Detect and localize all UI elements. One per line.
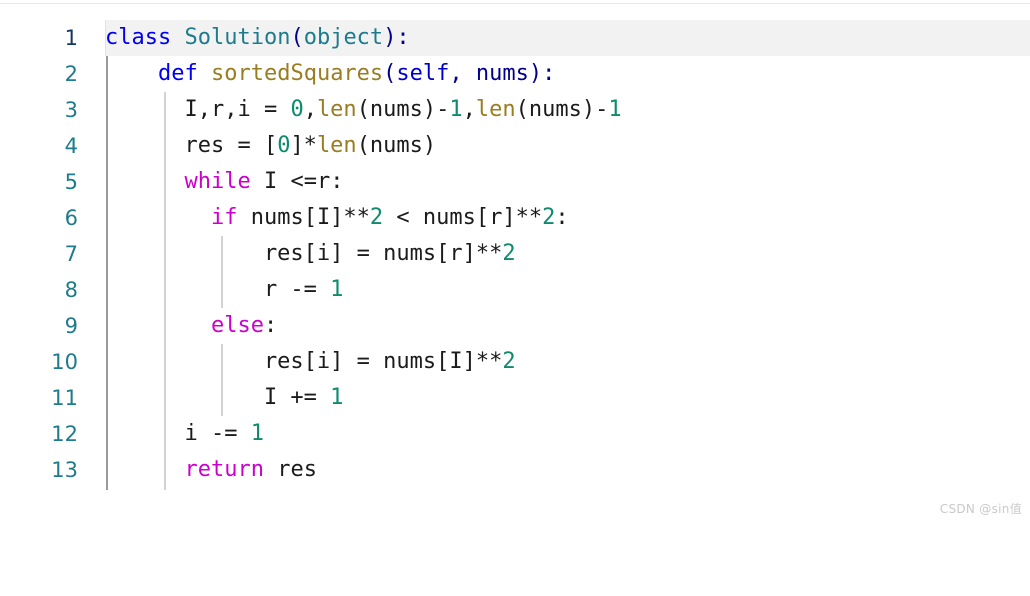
line-text-11: I += 1 xyxy=(105,385,344,410)
line-text-10: res[i] = nums[I]**2 xyxy=(105,349,516,374)
line-text-2: def sortedSquares(self, nums): xyxy=(157,61,556,86)
code-line[interactable]: 9 else: xyxy=(0,308,1030,344)
line-number: 9 xyxy=(64,314,78,338)
token-builtin-len: len xyxy=(475,97,516,122)
token-builtin-len: len xyxy=(316,133,357,158)
token-keyword-def: def xyxy=(157,61,198,86)
code-line[interactable]: 4 res = [0]*len(nums) xyxy=(0,128,1030,164)
watermark: CSDN @sin值 xyxy=(939,502,1022,516)
top-divider xyxy=(0,3,1030,4)
token-keyword-class: class xyxy=(105,25,172,50)
code-line[interactable]: 6 if nums[I]**2 < nums[r]**2: xyxy=(0,200,1030,236)
code-line[interactable]: 11 I += 1 xyxy=(0,380,1030,416)
token-keyword-else: else xyxy=(210,313,264,338)
token-keyword-return: return xyxy=(184,457,264,482)
code-editor[interactable]: 1 class Solution(object): 2 def sortedSq… xyxy=(0,0,1030,522)
line-text-13: return res xyxy=(184,457,317,482)
line-text-3: I,r,i = 0,len(nums)-1,len(nums)-1 xyxy=(105,97,622,122)
code-line[interactable]: 13 return res xyxy=(0,452,1030,488)
line-text-9: else: xyxy=(210,313,278,338)
token-function-name: sortedSquares xyxy=(210,61,384,86)
line-number: 8 xyxy=(64,278,78,302)
code-line[interactable]: 8 r -= 1 xyxy=(0,272,1030,308)
code-line[interactable]: 10 res[i] = nums[I]**2 xyxy=(0,344,1030,380)
code-line[interactable]: 1 class Solution(object): xyxy=(0,20,1030,56)
line-number: 2 xyxy=(64,62,78,86)
token-class-name: Solution xyxy=(184,25,291,50)
line-number: 4 xyxy=(64,134,78,158)
line-number: 3 xyxy=(64,98,78,122)
code-line[interactable]: 5 while I <=r: xyxy=(0,164,1030,200)
code-line[interactable]: 12 i -= 1 xyxy=(0,416,1030,452)
line-text-8: r -= 1 xyxy=(105,277,344,302)
line-text-7: res[i] = nums[r]**2 xyxy=(105,241,516,266)
line-number: 12 xyxy=(51,422,78,446)
line-number: 7 xyxy=(64,242,78,266)
token-self: self xyxy=(396,61,450,86)
line-number: 10 xyxy=(51,350,78,374)
line-number: 11 xyxy=(51,386,78,410)
line-text-4: res = [0]*len(nums) xyxy=(105,133,437,158)
token-keyword-while: while xyxy=(184,169,251,194)
line-number: 13 xyxy=(51,458,78,482)
token-keyword-if: if xyxy=(210,205,238,230)
line-number: 5 xyxy=(64,170,78,194)
line-text-12: i -= 1 xyxy=(105,421,264,446)
code-line[interactable]: 2 def sortedSquares(self, nums): xyxy=(0,56,1030,92)
token-base-class: object xyxy=(303,25,384,50)
code-content[interactable]: 1 class Solution(object): 2 def sortedSq… xyxy=(0,20,1030,488)
line-text-6: if nums[I]**2 < nums[r]**2: xyxy=(210,205,569,230)
token-builtin-len: len xyxy=(316,97,357,122)
line-text-5: while I <=r: xyxy=(184,169,344,194)
code-line[interactable]: 3 I,r,i = 0,len(nums)-1,len(nums)-1 xyxy=(0,92,1030,128)
line-text-1: class Solution(object): xyxy=(105,25,410,50)
line-number: 6 xyxy=(64,206,78,230)
line-number: 1 xyxy=(64,26,78,50)
code-line[interactable]: 7 res[i] = nums[r]**2 xyxy=(0,236,1030,272)
